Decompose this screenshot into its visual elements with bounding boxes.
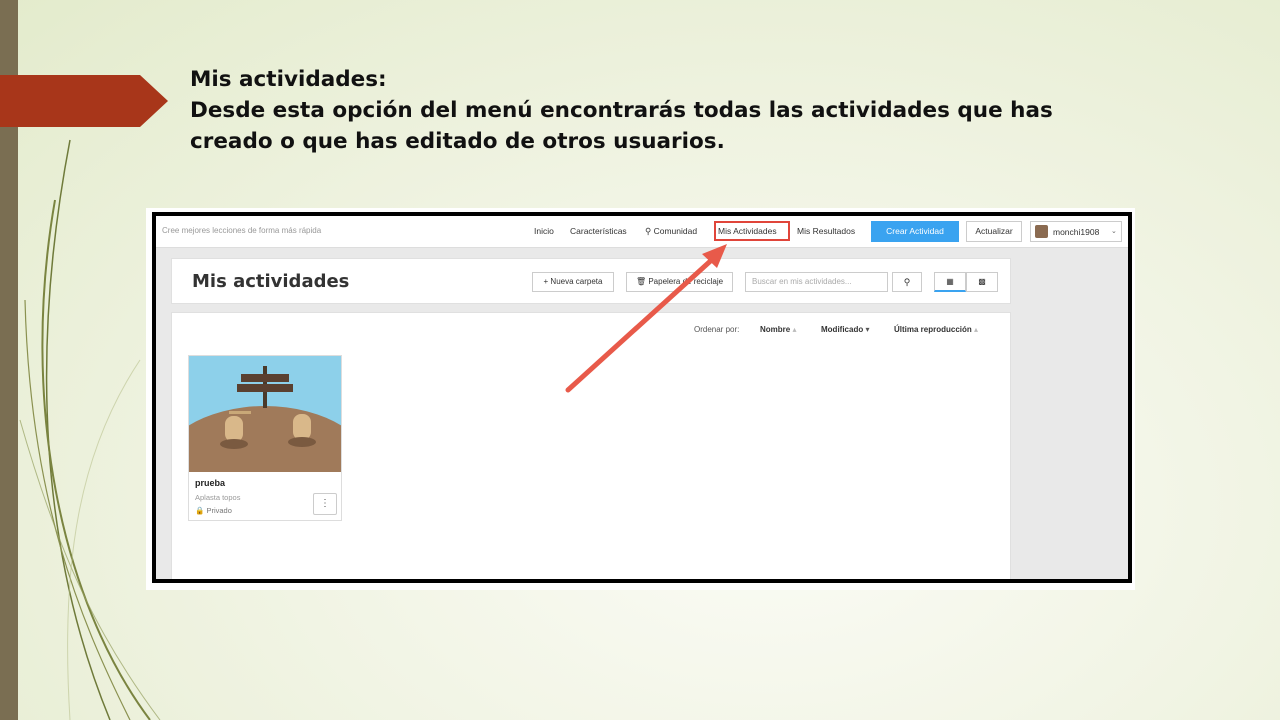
- new-folder-button[interactable]: + Nueva carpeta: [532, 272, 614, 292]
- search-icon: ⚲: [903, 277, 911, 287]
- activity-card[interactable]: prueba Aplasta topos 🔒 Privado ⋮: [188, 355, 342, 521]
- sort-modificado[interactable]: Modificado ▾: [821, 325, 869, 334]
- crear-actividad-button[interactable]: Crear Actividad: [871, 221, 959, 242]
- grid-large-view-button[interactable]: ▦: [934, 272, 966, 292]
- page-title: Mis actividades: [192, 271, 350, 292]
- search-icon: ⚲: [645, 226, 652, 236]
- slide-heading: Mis actividades:: [190, 67, 387, 92]
- search-input[interactable]: Buscar en mis actividades...: [745, 272, 888, 292]
- recycle-label: Papelera de reciclaje: [648, 277, 724, 286]
- sort-ultima-label: Última reproducción: [894, 325, 972, 334]
- grid-small-view-button[interactable]: ▩: [966, 272, 998, 292]
- kebab-menu-icon: ⋮: [320, 498, 330, 509]
- page-header: Mis actividades + Nueva carpeta 🗑 Papele…: [171, 258, 1011, 304]
- card-options-button[interactable]: ⋮: [313, 493, 337, 515]
- nav-mis-resultados[interactable]: Mis Resultados: [797, 226, 855, 236]
- top-navbar: Cree mejores lecciones de forma más rápi…: [156, 216, 1128, 248]
- sort-nombre[interactable]: Nombre ▴: [760, 325, 796, 334]
- card-subtitle: Aplasta topos: [195, 493, 241, 502]
- avatar: [1035, 225, 1048, 238]
- card-privacy-label: Privado: [206, 506, 232, 515]
- tagline: Cree mejores lecciones de forma más rápi…: [162, 226, 322, 235]
- sort-caret-icon: ▴: [792, 325, 797, 334]
- grid-large-icon: ▦: [946, 277, 954, 286]
- screenshot-frame: Cree mejores lecciones de forma más rápi…: [152, 212, 1132, 583]
- grid-small-icon: ▩: [978, 277, 986, 286]
- slide-text: Mis actividades: Desde esta opción del m…: [190, 64, 1190, 157]
- nav-caracteristicas[interactable]: Características: [570, 226, 627, 236]
- sort-ultima[interactable]: Última reproducción ▴: [894, 325, 978, 334]
- nav-comunidad-label: Comunidad: [653, 226, 698, 236]
- nav-inicio[interactable]: Inicio: [534, 226, 554, 236]
- card-title: prueba: [195, 478, 226, 488]
- user-menu[interactable]: monchi1908 ⌄: [1030, 221, 1122, 242]
- activities-panel: Ordenar por: Nombre ▴ Modificado ▾ Últim…: [171, 312, 1011, 579]
- sort-modificado-label: Modificado: [821, 325, 864, 334]
- actualizar-button[interactable]: Actualizar: [966, 221, 1022, 242]
- slide-line-1: Desde esta opción del menú encontrarás t…: [190, 98, 1053, 123]
- nav-comunidad[interactable]: ⚲ Comunidad: [645, 226, 697, 237]
- sort-label: Ordenar por:: [694, 325, 740, 334]
- search-button[interactable]: ⚲: [892, 272, 922, 292]
- card-privacy: 🔒 Privado: [195, 506, 232, 515]
- nav-mis-actividades[interactable]: Mis Actividades: [718, 226, 777, 236]
- chevron-down-icon: ⌄: [1111, 228, 1117, 235]
- lock-icon: 🔒: [195, 506, 205, 515]
- slide-line-2: creado o que has editado de otros usuari…: [190, 129, 725, 154]
- sort-nombre-label: Nombre: [760, 325, 791, 334]
- username: monchi1908: [1053, 227, 1100, 237]
- sort-caret-down-icon: ▾: [865, 325, 870, 334]
- slide-arrow-tab: [0, 75, 168, 127]
- sort-caret-icon: ▴: [974, 325, 979, 334]
- activity-thumbnail: [189, 356, 341, 472]
- trash-icon: 🗑: [635, 277, 647, 286]
- recycle-bin-button[interactable]: 🗑 Papelera de reciclaje: [626, 272, 733, 292]
